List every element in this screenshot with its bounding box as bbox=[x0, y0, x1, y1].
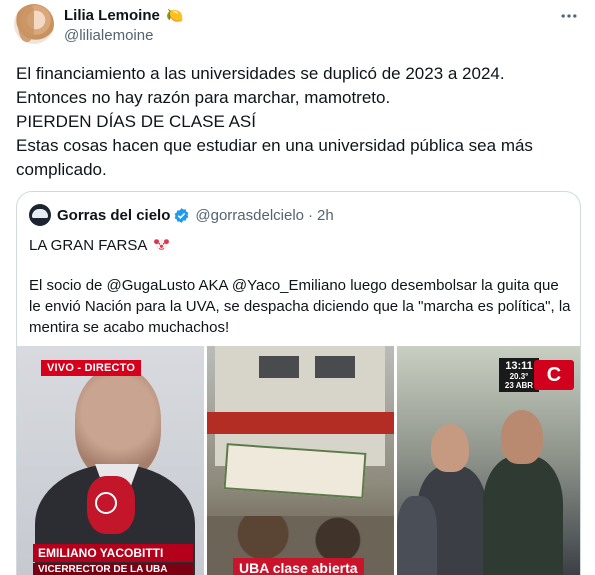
quoted-separator: · bbox=[308, 206, 314, 224]
author-name-block: Lilia Lemoine 🍋 @lilialemoine bbox=[64, 6, 184, 45]
author-display-name[interactable]: Lilia Lemoine bbox=[64, 7, 160, 24]
tweet-line: Estas cosas hacen que estudiar en una un… bbox=[16, 136, 538, 179]
video-caption: UBA clase abierta bbox=[233, 558, 364, 575]
tweet-line: Entonces no hay razón para marchar, mamo… bbox=[16, 88, 391, 107]
tweet-line: El financiamiento a las universidades se… bbox=[16, 64, 505, 83]
lower-third-name: EMILIANO YACOBITTI bbox=[33, 544, 193, 562]
author-handle[interactable]: @lilialemoine bbox=[64, 26, 184, 45]
quoted-body: El socio de @GugaLusto AKA @Yaco_Emilian… bbox=[29, 277, 571, 336]
window bbox=[259, 356, 299, 378]
channel-logo-icon: C bbox=[534, 360, 574, 390]
window bbox=[315, 356, 355, 378]
student-head bbox=[431, 424, 469, 472]
quoted-tweet[interactable]: Gorras del cielo @gorrasdelcielo · 2h LA… bbox=[16, 191, 581, 575]
tweet-header: Lilia Lemoine 🍋 @lilialemoine bbox=[14, 4, 581, 46]
live-badge: VIVO - DIRECTO bbox=[41, 360, 142, 376]
more-horizontal-icon[interactable] bbox=[557, 6, 581, 26]
verified-badge-icon bbox=[175, 207, 189, 223]
quoted-media-grid[interactable]: VIVO - DIRECTO EMILIANO YACOBITTI VICERR… bbox=[17, 346, 580, 575]
lemon-icon: 🍋 bbox=[166, 7, 184, 23]
quoted-handle[interactable]: @gorrasdelcielo bbox=[195, 207, 304, 224]
quoted-title: LA GRAN FARSA bbox=[29, 236, 170, 256]
quoted-display-name[interactable]: Gorras del cielo bbox=[57, 207, 170, 224]
clown-face-icon bbox=[153, 239, 169, 251]
quoted-header: Gorras del cielo @gorrasdelcielo · 2h bbox=[29, 204, 334, 226]
media-panel-street[interactable]: UBA clase abierta bbox=[207, 346, 394, 575]
tweet-line: PIERDEN DÍAS DE CLASE ASÍ bbox=[16, 112, 256, 131]
protest-banner bbox=[223, 443, 367, 499]
quoted-timestamp[interactable]: 2h bbox=[317, 207, 334, 224]
clock-temperature: 20.3° bbox=[509, 372, 529, 381]
quoted-title-text: LA GRAN FARSA bbox=[29, 237, 147, 254]
student-body bbox=[483, 456, 563, 575]
media-panel-students[interactable]: 13:11 20.3° 23 ABR C bbox=[397, 346, 580, 575]
clock-date: 23 ABR bbox=[504, 381, 534, 390]
media-panel-interview[interactable]: VIVO - DIRECTO EMILIANO YACOBITTI VICERR… bbox=[17, 346, 204, 575]
quoted-avatar[interactable] bbox=[29, 204, 51, 226]
student-body bbox=[397, 496, 437, 575]
clock-overlay: 13:11 20.3° 23 ABR bbox=[499, 358, 539, 392]
tweet-text: El financiamiento a las universidades se… bbox=[16, 62, 576, 182]
lower-third-role: VICERRECTOR DE LA UBA bbox=[33, 563, 193, 575]
student-head bbox=[501, 410, 543, 464]
clock-time: 13:11 bbox=[505, 360, 533, 372]
microphone-logo-icon bbox=[95, 492, 117, 514]
shop-awning bbox=[207, 412, 394, 434]
author-avatar[interactable] bbox=[14, 4, 54, 44]
